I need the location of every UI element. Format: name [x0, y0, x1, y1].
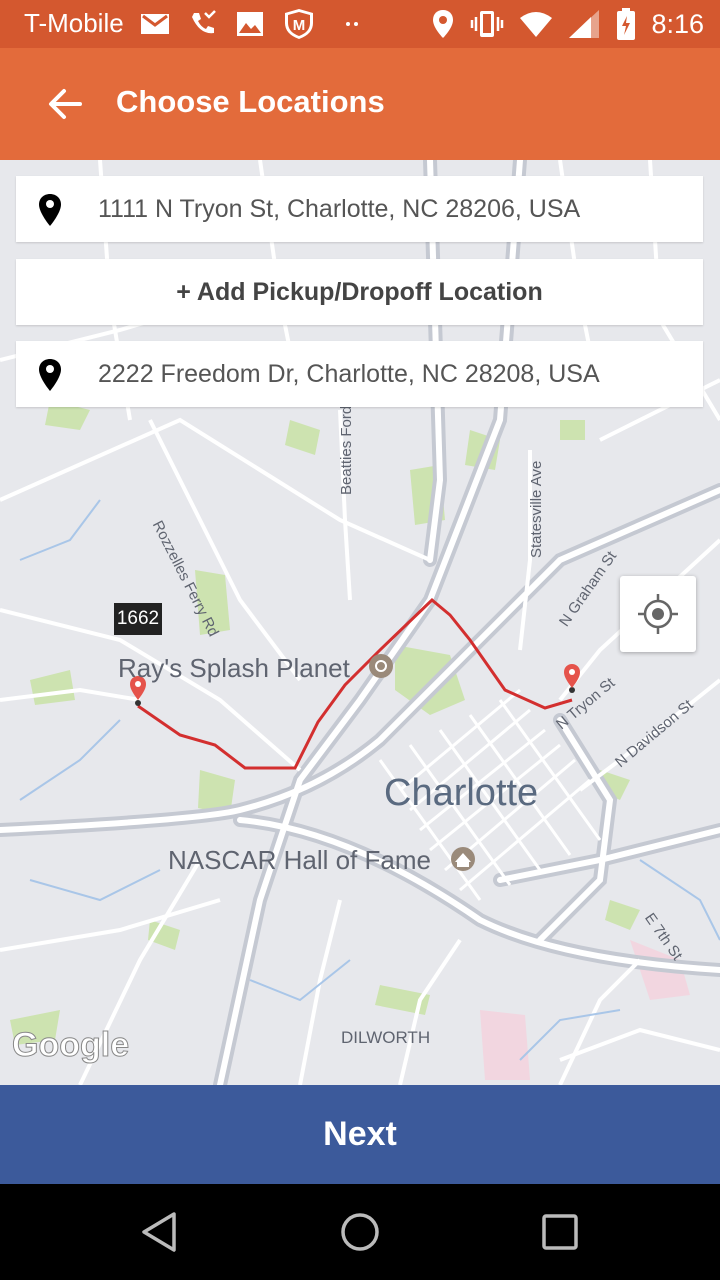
recents-square-icon[interactable] [534, 1206, 586, 1258]
splash-poi-icon [369, 654, 393, 678]
mcafee-icon: M [285, 9, 313, 39]
city-label: Charlotte [384, 772, 539, 814]
status-bar: T-Mobile M 8:16 [0, 0, 720, 48]
dropoff-location-field[interactable]: 2222 Freedom Dr, Charlotte, NC 28208, US… [16, 341, 703, 407]
system-nav-bar [0, 1184, 720, 1280]
signal-icon [569, 10, 600, 38]
arrow-left-icon[interactable] [44, 82, 88, 126]
home-circle-icon[interactable] [334, 1206, 386, 1258]
nascar-poi-icon [451, 847, 475, 871]
pickup-address[interactable]: 1111 N Tryon St, Charlotte, NC 28206, US… [98, 176, 580, 242]
add-location-button[interactable]: + Add Pickup/Dropoff Location [16, 259, 703, 325]
crosshair-icon [638, 594, 678, 634]
vibrate-icon [471, 11, 504, 37]
dropoff-address[interactable]: 2222 Freedom Dr, Charlotte, NC 28208, US… [98, 341, 600, 407]
street-label: Statesville Ave [528, 460, 545, 558]
pickup-location-field[interactable]: 1111 N Tryon St, Charlotte, NC 28206, US… [16, 176, 703, 242]
svg-text:M: M [293, 17, 306, 34]
missed-call-icon [192, 10, 216, 34]
dots-icon [346, 22, 358, 26]
page-title: Choose Locations [116, 84, 385, 119]
clock: 8:16 [651, 8, 704, 39]
map-pin-icon [39, 359, 61, 391]
back-triangle-icon[interactable] [134, 1206, 186, 1258]
road-shield-label: 1662 [114, 603, 162, 635]
next-button[interactable]: Next [0, 1085, 720, 1184]
gallery-icon [237, 12, 263, 36]
splash-planet-label: Ray's Splash Planet [118, 653, 350, 683]
google-attribution: Google [11, 1026, 130, 1065]
carrier-name: T-Mobile [24, 8, 124, 38]
notification-icons: M [140, 6, 370, 42]
wifi-icon [520, 12, 553, 37]
app-bar: Choose Locations [0, 48, 720, 160]
my-location-button[interactable] [620, 576, 696, 652]
district-label: DILWORTH [341, 1028, 431, 1047]
battery-icon [617, 8, 636, 40]
nascar-label: NASCAR Hall of Fame [168, 845, 431, 875]
system-status-icons: 8:16 [431, 6, 704, 42]
map-pin-icon [39, 194, 61, 226]
location-icon [433, 10, 454, 38]
gmail-icon [141, 14, 169, 34]
